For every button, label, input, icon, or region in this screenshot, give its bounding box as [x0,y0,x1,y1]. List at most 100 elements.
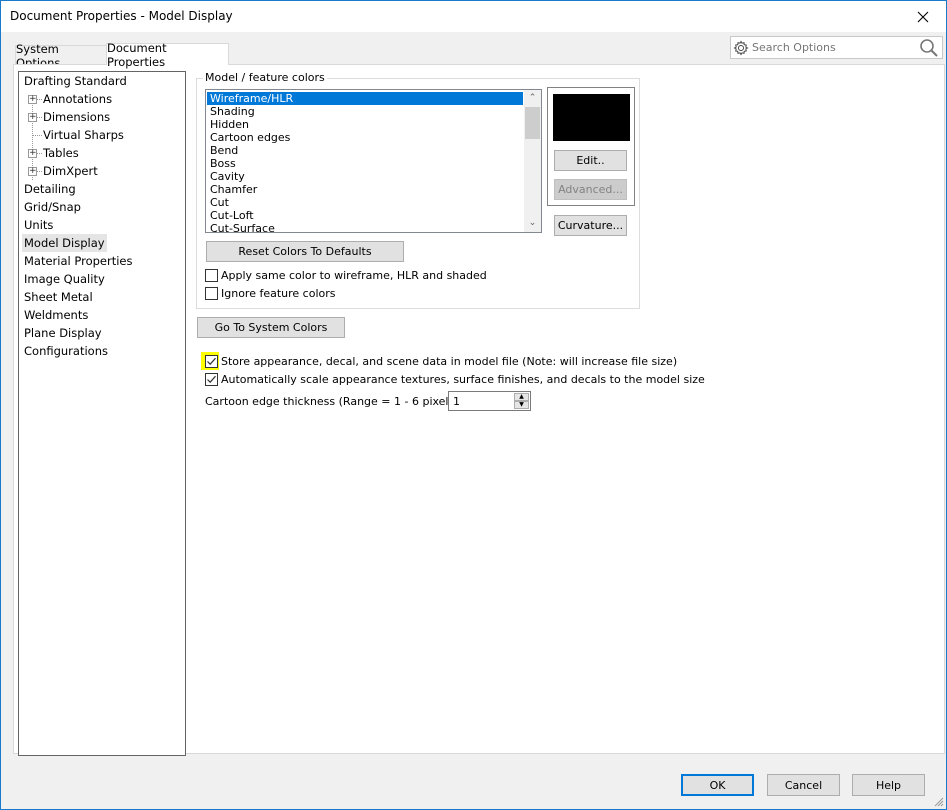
tree-item-configurations[interactable]: Configurations [22,342,110,360]
list-item[interactable]: Hidden [207,118,523,131]
resize-grip-icon[interactable] [932,795,944,807]
scroll-up-icon[interactable]: ⌃ [524,90,541,107]
tree-item-plane-display[interactable]: Plane Display [22,324,104,342]
spinner-buttons: ▲ ▼ [514,393,529,409]
window-title: Document Properties - Model Display [10,9,233,23]
list-item-label: Boss [210,157,236,170]
tab-document-properties[interactable]: Document Properties [106,41,229,69]
tree-item-model-display[interactable]: Model Display [22,234,107,252]
auto-scale-label: Automatically scale appearance textures,… [221,373,705,386]
list-item[interactable]: Cavity [207,170,523,183]
ok-button[interactable]: OK [681,774,754,796]
tree-item-label: Model Display [24,236,105,250]
list-item-label: Bend [210,144,239,157]
tree-item-label: Grid/Snap [24,200,81,214]
tree-item-material-properties[interactable]: Material Properties [22,252,135,270]
options-tree[interactable]: Drafting Standard + Annotations + Dimens… [18,71,186,756]
list-item-label: Cavity [210,170,245,183]
edit-button[interactable]: Edit.. [554,150,627,171]
tree-item-label: Detailing [24,182,76,196]
cartoon-thickness-spinner[interactable]: ▲ ▼ [448,391,531,411]
feature-colors-list[interactable]: Wireframe/HLR Shading Hidden Cartoon edg… [205,89,542,233]
list-item[interactable]: Cartoon edges [207,131,523,144]
list-item-label: Hidden [210,118,250,131]
list-item-label: Cut-Loft [210,209,254,222]
color-swatch [553,94,630,141]
checkmark-icon [207,357,216,366]
list-item[interactable]: Cut [207,196,523,209]
spin-up-icon[interactable]: ▲ [514,393,529,401]
tree-item-sheet-metal[interactable]: Sheet Metal [22,288,95,306]
tree-item-label: Configurations [24,344,108,358]
list-item[interactable]: Chamfer [207,183,523,196]
list-item[interactable]: Boss [207,157,523,170]
scrollbar-thumb[interactable] [525,107,540,139]
tree-item-grid-snap[interactable]: Grid/Snap [22,198,83,216]
tree-item-weldments[interactable]: Weldments [22,306,90,324]
tree-item-label: Tables [43,146,79,160]
tree-item-label: DimXpert [43,164,98,178]
expand-icon[interactable]: + [28,167,37,176]
tree-item-dimxpert[interactable]: DimXpert [41,162,100,180]
apply-same-color-checkbox[interactable] [205,269,218,282]
tree-item-label: Dimensions [43,110,111,124]
tree-item-label: Plane Display [24,326,102,340]
tree-item-drafting-standard[interactable]: Drafting Standard [22,72,129,90]
reset-colors-button[interactable]: Reset Colors To Defaults [206,241,404,262]
help-button[interactable]: Help [852,774,925,796]
tree-item-label: Weldments [24,308,89,322]
expand-icon[interactable]: + [28,149,37,158]
expand-icon[interactable]: + [28,95,37,104]
tree-item-label: Sheet Metal [24,290,93,304]
tree-item-label: Units [24,218,54,232]
auto-scale-checkbox[interactable] [205,373,218,386]
store-appearance-checkbox[interactable] [205,355,218,368]
search-input[interactable] [752,39,912,56]
search-icon[interactable] [919,38,939,58]
tree-item-virtual-sharps[interactable]: Virtual Sharps [41,126,126,144]
list-scrollbar[interactable]: ⌃ ⌄ [524,90,541,232]
cartoon-thickness-label: Cartoon edge thickness (Range = 1 - 6 pi… [205,395,463,408]
list-item-label: Wireframe/HLR [210,92,294,105]
tree-item-label: Image Quality [24,272,105,286]
tree-item-label: Drafting Standard [24,74,127,88]
tree-item-label: Virtual Sharps [43,128,124,142]
tree-item-annotations[interactable]: Annotations [41,90,114,108]
ignore-feature-colors-checkbox[interactable] [205,287,218,300]
gear-icon [733,40,749,56]
list-item[interactable]: Bend [207,144,523,157]
tree-item-tables[interactable]: Tables [41,144,81,162]
list-item-label: Shading [210,105,255,118]
tab-document-properties-label: Document Properties [107,40,167,69]
tree-item-units[interactable]: Units [22,216,55,234]
cartoon-thickness-input[interactable] [453,394,508,408]
model-feature-colors-label: Model / feature colors [203,71,327,84]
apply-same-color-label: Apply same color to wireframe, HLR and s… [221,269,487,282]
store-appearance-label: Store appearance, decal, and scene data … [221,355,678,368]
tree-item-dimensions[interactable]: Dimensions [41,108,112,126]
tree-item-detailing[interactable]: Detailing [22,180,78,198]
go-to-system-colors-button[interactable]: Go To System Colors [197,317,345,338]
list-item[interactable]: Shading [207,105,523,118]
list-item[interactable]: Cut-Loft [207,209,523,222]
checkmark-icon [207,375,216,384]
search-options-box[interactable] [730,36,943,59]
cancel-button[interactable]: Cancel [767,774,840,796]
ignore-feature-colors-label: Ignore feature colors [221,287,336,300]
curvature-button[interactable]: Curvature... [554,215,627,236]
spin-down-icon[interactable]: ▼ [514,401,529,409]
list-item-label: Cartoon edges [210,131,291,144]
list-item[interactable]: Wireframe/HLR [207,92,523,105]
close-icon [917,11,929,22]
close-button[interactable] [900,1,946,32]
list-item-label: Cut [210,196,229,209]
scroll-down-icon[interactable]: ⌄ [524,215,541,232]
list-item[interactable]: Cut-Surface [207,222,523,232]
expand-icon[interactable]: + [28,113,37,122]
tree-item-image-quality[interactable]: Image Quality [22,270,107,288]
tree-item-label: Material Properties [24,254,133,268]
advanced-button[interactable]: Advanced... [554,179,627,200]
list-item-label: Chamfer [210,183,258,196]
tab-system-options[interactable]: System Options [15,42,107,70]
tree-item-label: Annotations [43,92,113,106]
